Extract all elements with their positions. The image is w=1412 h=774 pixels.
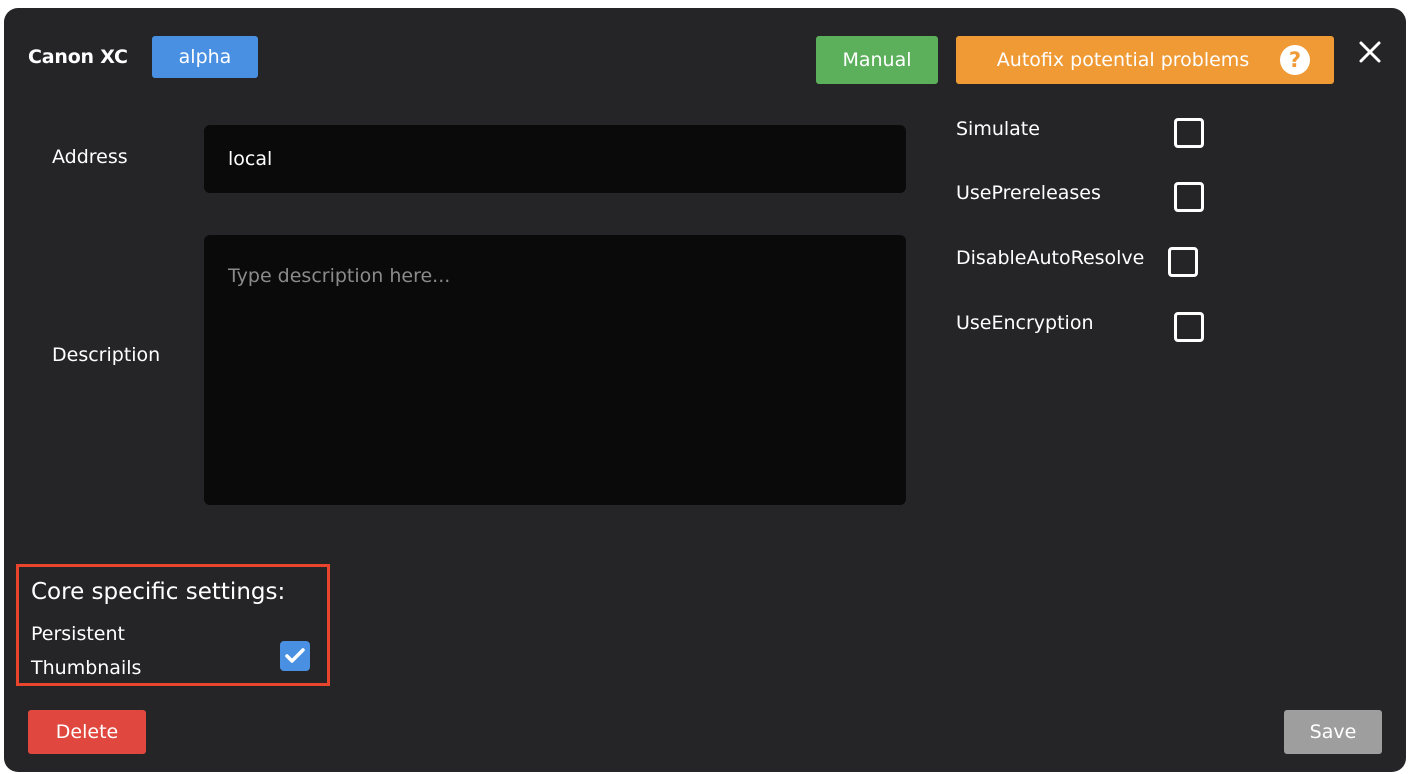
description-label: Description — [52, 344, 161, 366]
option-label-disableautoresolve: DisableAutoResolve — [956, 247, 1145, 269]
autofix-button[interactable]: Autofix potential problems ? — [956, 36, 1334, 84]
address-input[interactable] — [204, 125, 906, 193]
autofix-button-label: Autofix potential problems — [996, 49, 1250, 71]
checkmark-icon — [285, 648, 305, 663]
help-icon[interactable]: ? — [1280, 45, 1310, 75]
save-button[interactable]: Save — [1284, 710, 1382, 754]
core-settings-title: Core specific settings: — [31, 579, 286, 605]
address-label: Address — [52, 146, 128, 168]
disableautoresolve-checkbox[interactable] — [1168, 247, 1198, 277]
simulate-checkbox[interactable] — [1174, 118, 1204, 148]
useprereleases-checkbox[interactable] — [1174, 182, 1204, 212]
channel-badge: alpha — [152, 36, 258, 78]
useencryption-checkbox[interactable] — [1174, 312, 1204, 342]
delete-button[interactable]: Delete — [28, 710, 146, 754]
core-settings-section: Core specific settings: Persistent Thumb… — [16, 564, 330, 686]
close-icon[interactable] — [1354, 36, 1386, 68]
persistent-thumbnails-label: Persistent Thumbnails — [31, 623, 142, 679]
option-label-useencryption: UseEncryption — [956, 312, 1094, 334]
persistent-thumbnails-checkbox[interactable] — [280, 641, 310, 671]
device-title: Canon XC — [28, 46, 128, 68]
option-label-useprereleases: UsePrereleases — [956, 182, 1101, 204]
manual-button[interactable]: Manual — [816, 36, 938, 84]
description-textarea[interactable] — [204, 235, 906, 505]
device-settings-dialog: Canon XC alpha Manual Autofix potential … — [4, 8, 1406, 772]
option-label-simulate: Simulate — [956, 118, 1040, 140]
